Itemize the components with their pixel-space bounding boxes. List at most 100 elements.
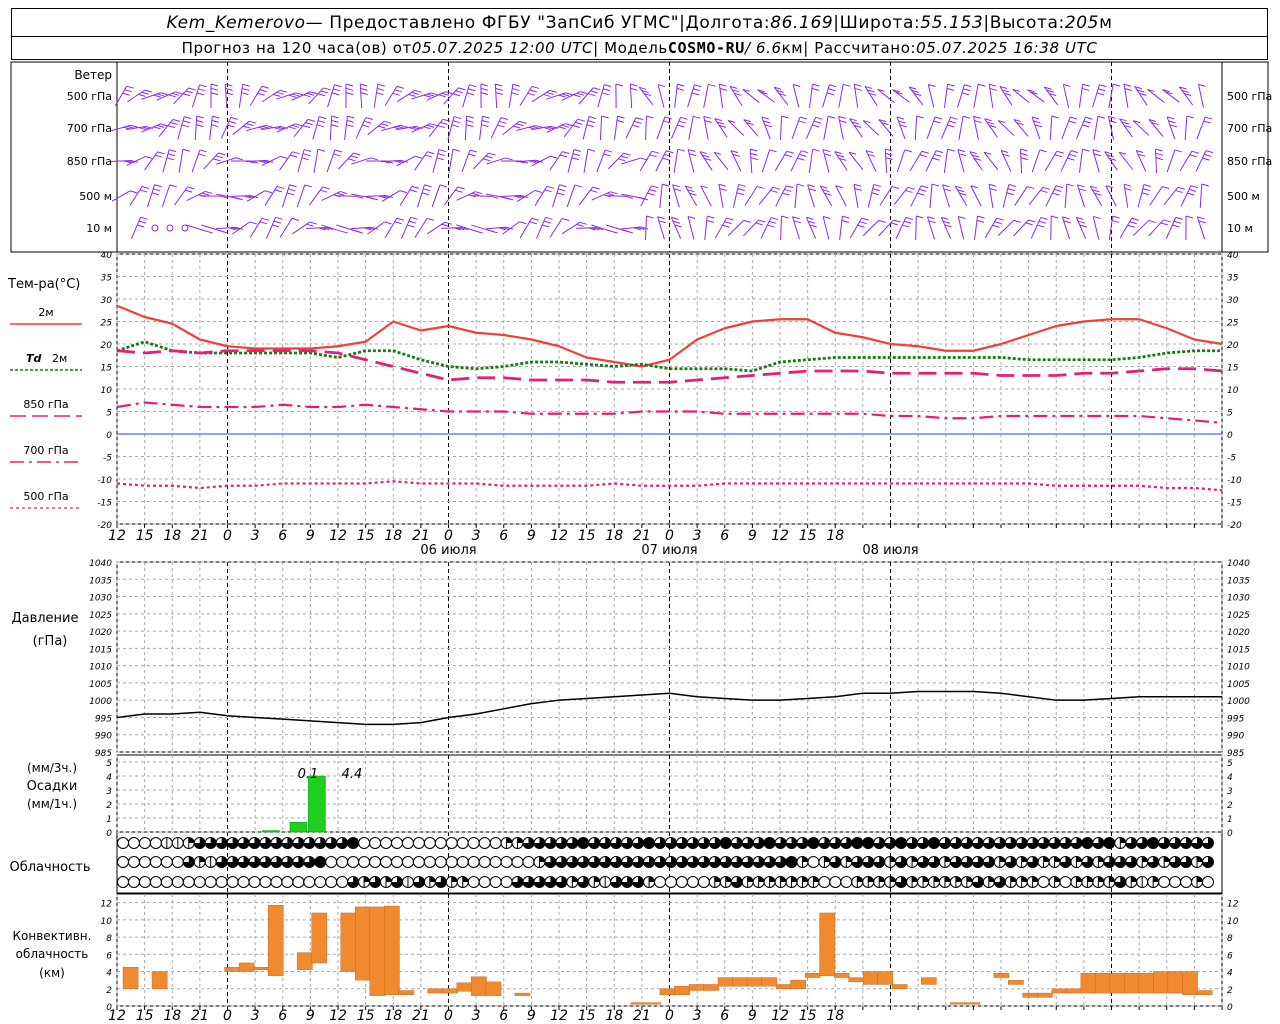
cloud-cover-icon [1147, 856, 1160, 868]
wind-barb-flag [181, 124, 190, 128]
wind-barb-flag [587, 93, 596, 97]
wind-barb-flag [129, 190, 138, 194]
wind-barb-icon [1199, 184, 1203, 208]
wind-barb-flag [1038, 220, 1047, 224]
cloud-cover-icon [927, 837, 940, 849]
wind-barb-flag [1143, 184, 1152, 188]
cloud-cover-icon [884, 837, 897, 849]
wind-barb-flag [495, 87, 503, 91]
wind-barb-flag [919, 188, 927, 192]
cloud-cover-icon [281, 856, 294, 868]
wind-barb-flag [823, 153, 832, 157]
wind-barb-flag [437, 125, 446, 129]
cloud-cover-icon [1103, 837, 1116, 849]
wind-barb-icon [749, 149, 753, 173]
wind-barb-icon [877, 88, 895, 104]
wind-barb-icon [549, 218, 563, 238]
time-tick-label-bottom: 18 [163, 1008, 181, 1024]
wind-barb-flag [303, 94, 311, 98]
wind-barb-flag [396, 85, 405, 89]
cloud-cover-icon [1015, 876, 1028, 888]
wind-barb-icon [822, 84, 830, 108]
wind-barb-icon [862, 120, 880, 136]
wind-barb-flag [141, 186, 150, 189]
wind-barb-flag [1007, 188, 1015, 192]
cloud-cover-icon [906, 856, 919, 868]
wind-barb-icon [718, 84, 724, 108]
wind-barb-icon [773, 86, 789, 106]
wind-barb-flag [854, 87, 863, 91]
wind-barb-icon [1166, 149, 1176, 173]
wind-barb-icon [1031, 116, 1041, 140]
convective-cloud-bar [238, 962, 255, 972]
wind-barb-icon [645, 115, 647, 141]
wind-barb-flag [610, 191, 618, 195]
wind-barb-icon [549, 151, 563, 171]
wind-barb-flag [1006, 192, 1014, 196]
wind-barb-icon [313, 149, 319, 173]
cloud-cover-icon [664, 856, 677, 868]
wind-barb-icon [162, 149, 170, 173]
pressure-tick-left: 1040 [89, 559, 112, 569]
cloud-cover-icon [215, 876, 228, 888]
wind-barb-icon [578, 186, 594, 206]
cloud-cover-icon [182, 856, 195, 868]
wind-barb-flag [812, 124, 820, 128]
date-label: 08 июля [862, 543, 918, 558]
wind-barb-flag [902, 224, 910, 228]
wind-barb-flag [767, 224, 775, 228]
wind-barb-flag [1204, 116, 1213, 120]
wind-barb-flag [620, 155, 629, 159]
wind-barb-flag [786, 150, 794, 154]
time-tick-label: 21 [191, 528, 209, 544]
wind-barb-flag [318, 116, 327, 120]
wind-barb-flag [996, 217, 1004, 221]
legend-label: Td [26, 352, 42, 365]
wind-barb-flag [579, 221, 587, 225]
wind-barb-flag [451, 124, 459, 128]
convective-cloud-bar [427, 988, 444, 994]
cloud-cover-icon [237, 876, 250, 888]
cloud-cover-icon [960, 837, 973, 849]
wind-barb-icon [670, 217, 682, 239]
wind-level-left: 850 гПа [67, 155, 112, 168]
wind-barb-icon [743, 119, 759, 137]
temp-tick-left: 35 [101, 274, 113, 284]
wind-barb-flag [280, 155, 288, 159]
convective-cloud-bar [732, 977, 748, 987]
wind-barb-flag [182, 93, 191, 97]
wind-barb-flag [666, 150, 674, 154]
wind-barb-icon [942, 184, 950, 208]
wind-barb-flag [1160, 222, 1168, 226]
wind-barb-flag [377, 83, 385, 87]
wind-barb-flag [301, 157, 309, 161]
wind-barb-flag [1085, 116, 1093, 120]
wind-barb-flag [853, 183, 862, 187]
cloud-cover-icon [873, 876, 886, 888]
cloud-cover-icon [960, 876, 973, 888]
wind-barb-icon [359, 84, 363, 108]
cloud-cover-icon [730, 856, 743, 868]
wind-barb-icon [490, 117, 502, 139]
wind-barb-flag [558, 188, 566, 192]
cloud-cover-icon [643, 837, 656, 849]
wind-barb-flag [1141, 192, 1149, 196]
wind-barb-flag [800, 150, 809, 154]
wind-barb-flag [352, 229, 360, 233]
cloud-cover-icon [555, 856, 568, 868]
wind-barb-flag [145, 156, 153, 160]
wind-barb-icon [926, 116, 936, 140]
convective-cloud-bar [1051, 988, 1068, 994]
time-tick-label: 15 [357, 528, 375, 544]
cloud-cover-icon [763, 856, 776, 868]
time-tick-label: 0 [665, 528, 674, 544]
cloud-cover-icon [895, 837, 908, 849]
precip-tick-right: 3 [1227, 787, 1233, 797]
wind-barb-flag [1069, 153, 1077, 157]
wind-barb-flag [907, 186, 916, 190]
precip-tick-right: 4 [1227, 773, 1233, 783]
cloud-cover-icon [719, 856, 732, 868]
cloud-cover-icon [303, 856, 316, 868]
wind-barb-flag [958, 215, 966, 219]
pressure-tick-left: 990 [95, 732, 112, 742]
